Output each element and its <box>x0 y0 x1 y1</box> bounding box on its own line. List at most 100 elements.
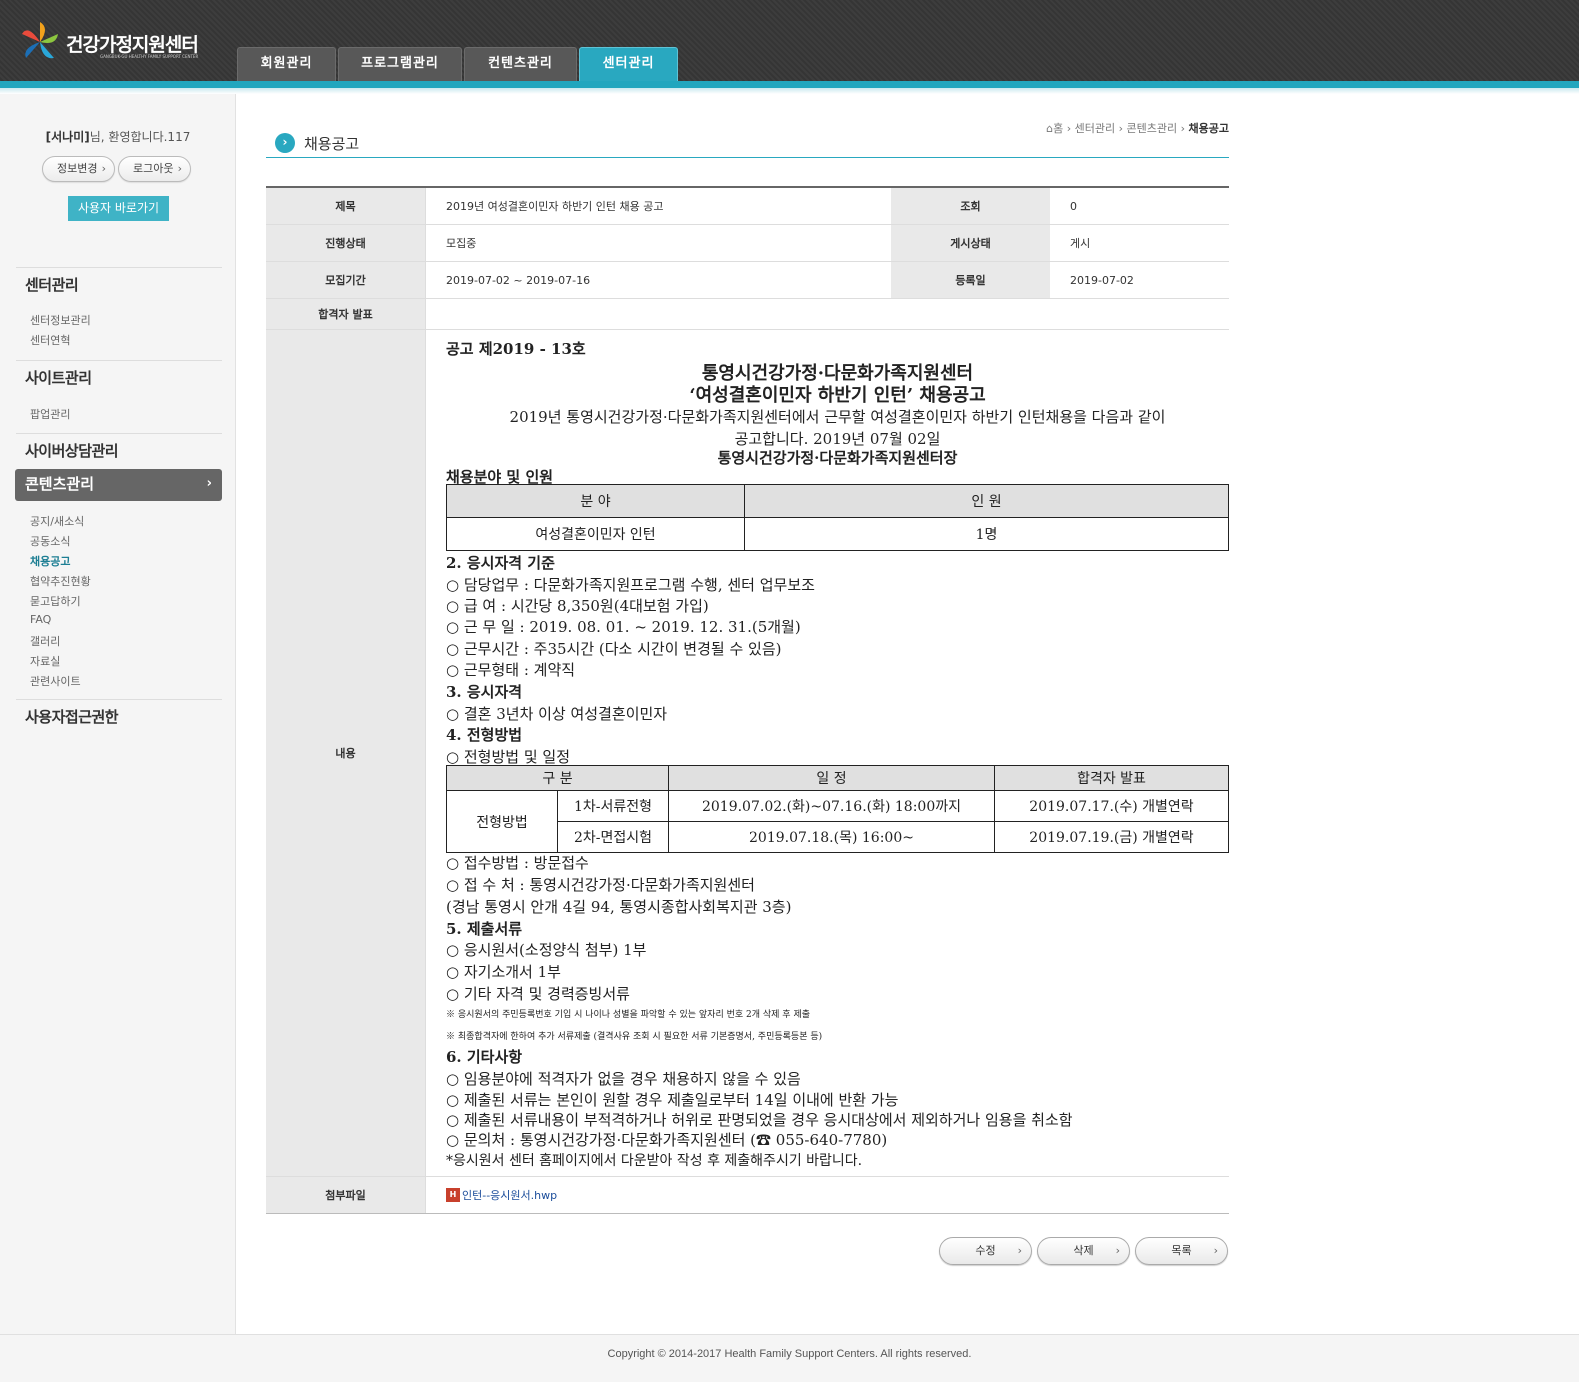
sidebar-group-site[interactable]: 사이트관리 <box>25 367 92 388</box>
list-item: (경남 통영시 안개 4길 94, 통영시종합사회복지관 3층) <box>446 898 792 916</box>
user-name: [서나미] <box>45 130 90 144</box>
table-cell: 1차-서류전형 <box>557 790 669 822</box>
divider <box>16 699 222 700</box>
sidebar-group-cyber-counsel[interactable]: 사이버상담관리 <box>25 440 119 461</box>
sidebar-group-contents[interactable]: 콘텐츠관리 › <box>15 469 222 501</box>
sidebar-item-agreement[interactable]: 협약추진현황 <box>30 573 91 589</box>
label-title: 제목 <box>266 188 425 224</box>
value-period: 2019-07-02 ~ 2019-07-16 <box>425 262 891 298</box>
list-item: ○ 결혼 3년차 이상 여성결혼이민자 <box>446 705 668 723</box>
attachment-row: 첨부파일 H 인턴--응시원서.hwp <box>266 1177 1229 1214</box>
sidebar-item-center-info[interactable]: 센터정보관리 <box>30 312 91 328</box>
tab-contents[interactable]: 컨텐츠관리 <box>464 47 577 81</box>
list-item: ○ 담당업무 : 다문화가족지원프로그램 수행, 센터 업무보조 <box>446 576 815 594</box>
table-header: 인 원 <box>744 484 1229 518</box>
breadcrumb-center[interactable]: 센터관리 <box>1075 122 1115 135</box>
detail-table: 제목 2019년 여성결혼이민자 하반기 인턴 채용 공고 조회 0 진행상태 … <box>266 186 1229 1214</box>
welcome-message: [서나미]님, 환영합니다.117 <box>0 128 236 145</box>
list-button[interactable]: 목록 › <box>1135 1237 1228 1265</box>
breadcrumb-contents[interactable]: 콘텐츠관리 <box>1127 122 1178 135</box>
body-intro-2: 공고합니다. 2019년 07월 02일 <box>734 430 941 448</box>
sidebar-item-joint-news[interactable]: 공동소식 <box>30 533 70 549</box>
logo-title: 건강가정지원센터 <box>66 34 199 56</box>
sidebar: [서나미]님, 환영합니다.117 정보변경 › 로그아웃 › 사용자 바로가기 센… <box>0 94 236 1334</box>
pinwheel-logo-icon <box>22 22 58 59</box>
logout-button[interactable]: 로그아웃 › <box>118 156 191 182</box>
list-item: ○ 제출된 서류내용이 부적격하거나 허위로 판명되었을 경우 응시대상에서 제… <box>446 1111 1073 1129</box>
list-item: ○ 접 수 처 : 통영시건강가정·다문화가족지원센터 <box>446 876 755 894</box>
table-cell: 2019.07.02.(화)~07.16.(화) 18:00까지 <box>668 790 995 822</box>
schedule-table: 구 분 일 정 합격자 발표 전형방법 1차-서류전형 2019.07.02.(… <box>446 765 1229 853</box>
divider <box>16 267 222 268</box>
table-row: 진행상태 모집중 게시상태 게시 <box>266 225 1229 262</box>
table-row: 제목 2019년 여성결혼이민자 하반기 인턴 채용 공고 조회 0 <box>266 188 1229 225</box>
delete-label: 삭제 <box>1073 1244 1094 1257</box>
divider <box>16 360 222 361</box>
attachment-link[interactable]: 인턴--응시원서.hwp <box>462 1187 557 1203</box>
sidebar-group-access[interactable]: 사용자접근권한 <box>25 706 119 727</box>
list-item: *응시원서 센터 홈페이지에서 다운받아 작성 후 제출해주시기 바랍니다. <box>446 1153 863 1169</box>
tab-member[interactable]: 회원관리 <box>237 47 336 81</box>
list-item: ○ 임용분야에 적격자가 없을 경우 채용하지 않을 수 있음 <box>446 1070 801 1088</box>
table-cell: 2019.07.18.(목) 16:00~ <box>668 821 995 853</box>
tab-center[interactable]: 센터관리 <box>579 47 678 81</box>
table-cell: 2019.07.17.(수) 개별연락 <box>994 790 1229 822</box>
table-row: 합격자 발표 <box>266 299 1229 330</box>
delete-button[interactable]: 삭제 › <box>1037 1237 1130 1265</box>
sidebar-item-recruit[interactable]: 채용공고 <box>30 553 70 569</box>
table-cell: 여성결혼이민자 인턴 <box>446 517 745 551</box>
body-signer: 통영시건강가정·다문화가족지원센터장 <box>717 449 958 467</box>
value-views: 0 <box>1070 199 1077 213</box>
chevron-right-icon: › <box>177 162 182 175</box>
note-text: ※ 최종합격자에 한하여 추가 서류제출 (결격사유 조회 시 필요한 서류 기… <box>446 1032 823 1042</box>
sidebar-item-archive[interactable]: 자료실 <box>30 653 60 669</box>
label-reg-date: 등록일 <box>891 262 1050 298</box>
list-item: ○ 기타 자격 및 경력증빙서류 <box>446 985 630 1003</box>
profile-edit-button[interactable]: 정보변경 › <box>42 156 115 182</box>
breadcrumb-home[interactable]: 홈 <box>1053 122 1063 135</box>
chevron-right-icon: › <box>206 476 212 491</box>
chevron-right-icon: › <box>1115 1244 1120 1257</box>
table-cell: 2019.07.19.(금) 개별연락 <box>994 821 1229 853</box>
sidebar-item-gallery[interactable]: 갤러리 <box>30 633 60 649</box>
sidebar-item-qna[interactable]: 묻고답하기 <box>30 593 81 609</box>
list-item: ○ 근무형태 : 계약직 <box>446 661 576 679</box>
table-header: 일 정 <box>668 765 995 791</box>
sidebar-item-notice[interactable]: 공지/새소식 <box>30 513 84 529</box>
list-item: ○ 문의처 : 통영시건강가정·다문화가족지원센터 (☎ 055-640-778… <box>446 1131 888 1149</box>
hwp-file-icon: H <box>446 1188 460 1202</box>
sidebar-item-center-history[interactable]: 센터연혁 <box>30 332 70 348</box>
label-views: 조회 <box>891 188 1050 224</box>
table-header: 합격자 발표 <box>994 765 1229 791</box>
section-6-title: 6. 기타사항 <box>446 1048 523 1066</box>
sidebar-item-faq[interactable]: FAQ <box>30 613 51 626</box>
attachment-cell: H 인턴--응시원서.hwp <box>425 1177 1229 1213</box>
sidebar-item-popup[interactable]: 팝업관리 <box>30 406 70 422</box>
label-attach: 첨부파일 <box>266 1177 425 1213</box>
sidebar-item-related-sites[interactable]: 관련사이트 <box>30 673 81 689</box>
site-logo[interactable]: 건강가정지원센터 GANGBUK-GU HEALTHY FAMILY SUPPO… <box>18 20 208 66</box>
table-header: 구 분 <box>446 765 669 791</box>
body-heading-2: ‘여성결혼이민자 하반기 인턴’ 채용공고 <box>689 385 986 406</box>
label-announce: 합격자 발표 <box>266 299 425 329</box>
value-post-status: 게시 <box>1070 237 1091 250</box>
chevron-right-icon: › <box>1017 1244 1022 1257</box>
breadcrumb-current: 채용공고 <box>1188 122 1229 135</box>
content-row: 내용 공고 제2019 - 13호 통영시건강가정·다문화가족지원센터 ‘여성결… <box>266 330 1229 1177</box>
chevron-circle-icon: › <box>275 133 295 153</box>
user-site-shortcut-button[interactable]: 사용자 바로가기 <box>68 196 169 221</box>
list-item: ○ 응시원서(소정양식 첨부) 1부 <box>446 941 647 959</box>
chevron-right-icon: › <box>101 162 106 175</box>
list-label: 목록 <box>1171 1244 1192 1257</box>
positions-table: 분 야 인 원 여성결혼이민자 인턴 1명 <box>446 484 1229 551</box>
logout-label: 로그아웃 <box>133 162 174 175</box>
sidebar-group-center[interactable]: 센터관리 <box>25 274 79 295</box>
page-title: 채용공고 <box>304 135 360 153</box>
value-status: 모집중 <box>425 225 891 261</box>
tab-program[interactable]: 프로그램관리 <box>338 47 462 81</box>
edit-button[interactable]: 수정 › <box>939 1237 1032 1265</box>
title-underline <box>266 157 1229 158</box>
chevron-right-icon: › <box>1213 1244 1218 1257</box>
section-5-title: 5. 제출서류 <box>446 920 523 938</box>
list-item: ○ 근 무 일 : 2019. 08. 01. ~ 2019. 12. 31.(… <box>446 618 801 636</box>
